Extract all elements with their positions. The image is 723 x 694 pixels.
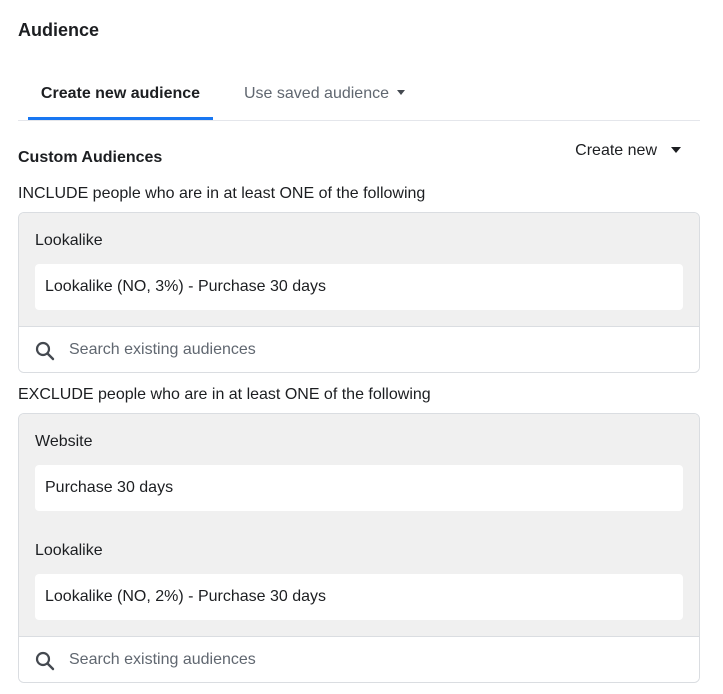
exclude-group-label-lookalike: Lookalike xyxy=(35,542,103,559)
tab-create-new-audience-label: Create new audience xyxy=(40,85,201,102)
search-icon xyxy=(35,341,55,361)
create-new-label: Create new xyxy=(575,142,657,159)
exclude-search-row[interactable] xyxy=(19,637,699,682)
include-group-label-lookalike: Lookalike xyxy=(35,232,103,249)
audience-tabs: Create new audience Use saved audience xyxy=(18,72,700,121)
chevron-down-icon xyxy=(671,146,681,153)
tab-use-saved-audience-label: Use saved audience xyxy=(244,85,389,102)
exclude-rule-text: EXCLUDE people who are in at least ONE o… xyxy=(18,386,431,403)
create-new-dropdown-button[interactable]: Create new xyxy=(575,142,681,160)
search-icon xyxy=(35,651,55,671)
exclude-search-input[interactable] xyxy=(69,647,669,673)
custom-audiences-label: Custom Audiences xyxy=(18,149,163,166)
include-selected-panel: Lookalike Lookalike (NO, 3%) - Purchase … xyxy=(19,213,699,327)
include-rule-text: INCLUDE people who are in at least ONE o… xyxy=(18,185,426,202)
tab-use-saved-audience[interactable]: Use saved audience xyxy=(244,72,405,120)
include-search-input[interactable] xyxy=(69,337,669,363)
exclude-audience-box: Website Purchase 30 days Lookalike Looka… xyxy=(18,413,700,683)
audience-section-title: Audience xyxy=(18,20,100,40)
exclude-audience-chip-lookalike[interactable]: Lookalike (NO, 2%) - Purchase 30 days xyxy=(35,574,683,620)
include-search-row[interactable] xyxy=(19,327,699,372)
exclude-audience-chip-website[interactable]: Purchase 30 days xyxy=(35,465,683,511)
include-audience-chip[interactable]: Lookalike (NO, 3%) - Purchase 30 days xyxy=(35,264,683,310)
exclude-selected-panel: Website Purchase 30 days Lookalike Looka… xyxy=(19,414,699,637)
exclude-group-label-website: Website xyxy=(35,433,93,450)
include-audience-box: Lookalike Lookalike (NO, 3%) - Purchase … xyxy=(18,212,700,373)
tab-create-new-audience[interactable]: Create new audience xyxy=(28,72,213,120)
chevron-down-icon xyxy=(396,90,405,96)
